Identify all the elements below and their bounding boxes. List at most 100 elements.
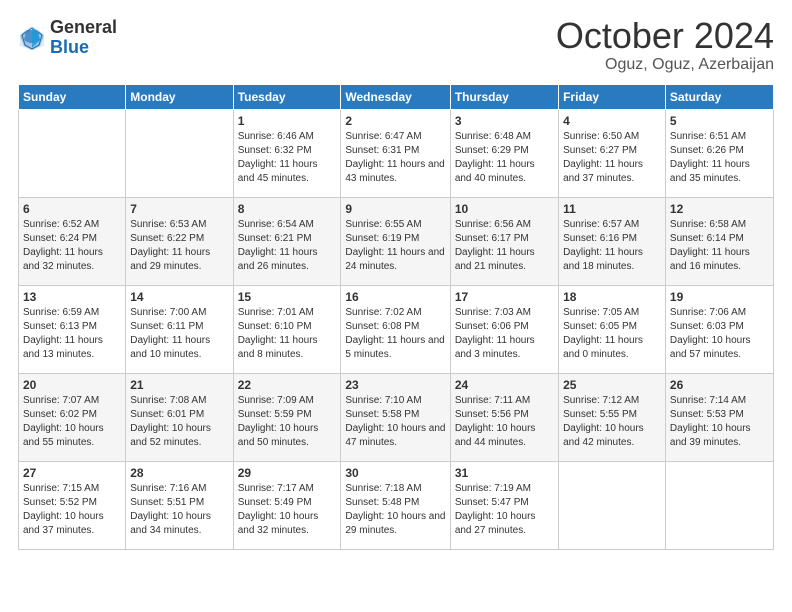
title-section: October 2024 Oguz, Oguz, Azerbaijan bbox=[556, 18, 774, 74]
page: General Blue October 2024 Oguz, Oguz, Az… bbox=[0, 0, 792, 612]
day-number: 23 bbox=[345, 378, 445, 392]
calendar-cell: 23 Sunrise: 7:10 AM Sunset: 5:58 PM Dayli… bbox=[341, 374, 450, 462]
calendar-cell: 20 Sunrise: 7:07 AM Sunset: 6:02 PM Dayli… bbox=[19, 374, 126, 462]
day-info: Sunrise: 6:46 AM Sunset: 6:32 PM Dayligh… bbox=[238, 130, 337, 186]
calendar-cell: 21 Sunrise: 7:08 AM Sunset: 6:01 PM Dayli… bbox=[126, 374, 233, 462]
day-info: Sunrise: 6:50 AM Sunset: 6:27 PM Dayligh… bbox=[563, 130, 661, 186]
day-info: Sunrise: 7:11 AM Sunset: 5:56 PM Dayligh… bbox=[455, 394, 554, 450]
calendar-cell: 27Sunrise: 7:15 AM Sunset: 5:52 PM Dayli… bbox=[19, 462, 126, 550]
calendar-cell: 25 Sunrise: 7:12 AM Sunset: 5:55 PM Dayli… bbox=[559, 374, 666, 462]
logo: General Blue bbox=[18, 18, 117, 58]
day-info: Sunrise: 7:07 AM Sunset: 6:02 PM Dayligh… bbox=[23, 394, 121, 450]
day-info: Sunrise: 7:10 AM Sunset: 5:58 PM Dayligh… bbox=[345, 394, 445, 450]
day-info: Sunrise: 7:16 AM Sunset: 5:51 PM Dayligh… bbox=[130, 482, 228, 538]
day-number: 22 bbox=[238, 378, 337, 392]
calendar-cell: 17 Sunrise: 7:03 AM Sunset: 6:06 PM Dayli… bbox=[450, 286, 558, 374]
day-number: 10 bbox=[455, 202, 554, 216]
day-info: Sunrise: 7:02 AM Sunset: 6:08 PM Dayligh… bbox=[345, 306, 445, 362]
day-info: Sunrise: 7:17 AM Sunset: 5:49 PM Dayligh… bbox=[238, 482, 337, 538]
calendar-cell bbox=[126, 110, 233, 198]
calendar-week-2: 6 Sunrise: 6:52 AM Sunset: 6:24 PM Daylig… bbox=[19, 198, 774, 286]
calendar-week-5: 27Sunrise: 7:15 AM Sunset: 5:52 PM Dayli… bbox=[19, 462, 774, 550]
calendar-cell: 24 Sunrise: 7:11 AM Sunset: 5:56 PM Dayli… bbox=[450, 374, 558, 462]
calendar-cell: 4Sunrise: 6:50 AM Sunset: 6:27 PM Daylig… bbox=[559, 110, 666, 198]
calendar-cell: 14 Sunrise: 7:00 AM Sunset: 6:11 PM Dayli… bbox=[126, 286, 233, 374]
day-info: Sunrise: 7:14 AM Sunset: 5:53 PM Dayligh… bbox=[670, 394, 769, 450]
calendar-cell: 8 Sunrise: 6:54 AM Sunset: 6:21 PM Daylig… bbox=[233, 198, 341, 286]
location: Oguz, Oguz, Azerbaijan bbox=[556, 56, 774, 74]
day-number: 27 bbox=[23, 466, 121, 480]
calendar-cell: 31 Sunrise: 7:19 AM Sunset: 5:47 PM Dayli… bbox=[450, 462, 558, 550]
day-info: Sunrise: 6:48 AM Sunset: 6:29 PM Dayligh… bbox=[455, 130, 554, 186]
day-number: 20 bbox=[23, 378, 121, 392]
day-number: 28 bbox=[130, 466, 228, 480]
calendar-week-4: 20 Sunrise: 7:07 AM Sunset: 6:02 PM Dayli… bbox=[19, 374, 774, 462]
calendar-cell: 16 Sunrise: 7:02 AM Sunset: 6:08 PM Dayli… bbox=[341, 286, 450, 374]
logo-text: General Blue bbox=[50, 18, 117, 58]
day-number: 13 bbox=[23, 290, 121, 304]
day-info: Sunrise: 6:54 AM Sunset: 6:21 PM Dayligh… bbox=[238, 218, 337, 274]
day-info: Sunrise: 6:52 AM Sunset: 6:24 PM Dayligh… bbox=[23, 218, 121, 274]
month-title: October 2024 bbox=[556, 18, 774, 54]
day-number: 6 bbox=[23, 202, 121, 216]
col-wednesday: Wednesday bbox=[341, 85, 450, 110]
day-number: 9 bbox=[345, 202, 445, 216]
day-number: 14 bbox=[130, 290, 228, 304]
logo-general-text: General bbox=[50, 18, 117, 38]
calendar-cell: 18Sunrise: 7:05 AM Sunset: 6:05 PM Dayli… bbox=[559, 286, 666, 374]
day-info: Sunrise: 7:03 AM Sunset: 6:06 PM Dayligh… bbox=[455, 306, 554, 362]
calendar-cell: 11Sunrise: 6:57 AM Sunset: 6:16 PM Dayli… bbox=[559, 198, 666, 286]
calendar-cell: 7 Sunrise: 6:53 AM Sunset: 6:22 PM Daylig… bbox=[126, 198, 233, 286]
day-number: 19 bbox=[670, 290, 769, 304]
calendar-cell: 30Sunrise: 7:18 AM Sunset: 5:48 PM Dayli… bbox=[341, 462, 450, 550]
day-info: Sunrise: 6:53 AM Sunset: 6:22 PM Dayligh… bbox=[130, 218, 228, 274]
day-info: Sunrise: 7:06 AM Sunset: 6:03 PM Dayligh… bbox=[670, 306, 769, 362]
day-number: 8 bbox=[238, 202, 337, 216]
day-number: 3 bbox=[455, 114, 554, 128]
day-number: 7 bbox=[130, 202, 228, 216]
day-number: 5 bbox=[670, 114, 769, 128]
day-info: Sunrise: 6:58 AM Sunset: 6:14 PM Dayligh… bbox=[670, 218, 769, 274]
day-number: 15 bbox=[238, 290, 337, 304]
calendar-cell: 12 Sunrise: 6:58 AM Sunset: 6:14 PM Dayli… bbox=[665, 198, 773, 286]
header-row: Sunday Monday Tuesday Wednesday Thursday… bbox=[19, 85, 774, 110]
calendar: Sunday Monday Tuesday Wednesday Thursday… bbox=[18, 84, 774, 550]
day-info: Sunrise: 7:18 AM Sunset: 5:48 PM Dayligh… bbox=[345, 482, 445, 538]
day-info: Sunrise: 7:08 AM Sunset: 6:01 PM Dayligh… bbox=[130, 394, 228, 450]
calendar-cell: 22 Sunrise: 7:09 AM Sunset: 5:59 PM Dayli… bbox=[233, 374, 341, 462]
col-sunday: Sunday bbox=[19, 85, 126, 110]
day-number: 17 bbox=[455, 290, 554, 304]
day-info: Sunrise: 7:09 AM Sunset: 5:59 PM Dayligh… bbox=[238, 394, 337, 450]
day-number: 24 bbox=[455, 378, 554, 392]
calendar-cell: 26Sunrise: 7:14 AM Sunset: 5:53 PM Dayli… bbox=[665, 374, 773, 462]
day-info: Sunrise: 7:19 AM Sunset: 5:47 PM Dayligh… bbox=[455, 482, 554, 538]
col-saturday: Saturday bbox=[665, 85, 773, 110]
day-info: Sunrise: 6:51 AM Sunset: 6:26 PM Dayligh… bbox=[670, 130, 769, 186]
day-info: Sunrise: 7:12 AM Sunset: 5:55 PM Dayligh… bbox=[563, 394, 661, 450]
calendar-cell bbox=[19, 110, 126, 198]
col-monday: Monday bbox=[126, 85, 233, 110]
calendar-header: Sunday Monday Tuesday Wednesday Thursday… bbox=[19, 85, 774, 110]
calendar-cell: 3 Sunrise: 6:48 AM Sunset: 6:29 PM Daylig… bbox=[450, 110, 558, 198]
day-number: 29 bbox=[238, 466, 337, 480]
calendar-cell: 5 Sunrise: 6:51 AM Sunset: 6:26 PM Daylig… bbox=[665, 110, 773, 198]
day-info: Sunrise: 6:57 AM Sunset: 6:16 PM Dayligh… bbox=[563, 218, 661, 274]
day-number: 16 bbox=[345, 290, 445, 304]
day-number: 21 bbox=[130, 378, 228, 392]
calendar-week-3: 13 Sunrise: 6:59 AM Sunset: 6:13 PM Dayli… bbox=[19, 286, 774, 374]
calendar-cell: 29 Sunrise: 7:17 AM Sunset: 5:49 PM Dayli… bbox=[233, 462, 341, 550]
day-number: 25 bbox=[563, 378, 661, 392]
day-number: 1 bbox=[238, 114, 337, 128]
day-info: Sunrise: 6:55 AM Sunset: 6:19 PM Dayligh… bbox=[345, 218, 445, 274]
calendar-cell: 28 Sunrise: 7:16 AM Sunset: 5:51 PM Dayli… bbox=[126, 462, 233, 550]
day-info: Sunrise: 6:56 AM Sunset: 6:17 PM Dayligh… bbox=[455, 218, 554, 274]
day-info: Sunrise: 7:00 AM Sunset: 6:11 PM Dayligh… bbox=[130, 306, 228, 362]
calendar-week-1: 1 Sunrise: 6:46 AM Sunset: 6:32 PM Daylig… bbox=[19, 110, 774, 198]
calendar-cell: 10 Sunrise: 6:56 AM Sunset: 6:17 PM Dayli… bbox=[450, 198, 558, 286]
day-info: Sunrise: 7:05 AM Sunset: 6:05 PM Dayligh… bbox=[563, 306, 661, 362]
calendar-cell: 19 Sunrise: 7:06 AM Sunset: 6:03 PM Dayli… bbox=[665, 286, 773, 374]
day-info: Sunrise: 6:59 AM Sunset: 6:13 PM Dayligh… bbox=[23, 306, 121, 362]
day-number: 31 bbox=[455, 466, 554, 480]
calendar-cell: 13 Sunrise: 6:59 AM Sunset: 6:13 PM Dayli… bbox=[19, 286, 126, 374]
day-number: 12 bbox=[670, 202, 769, 216]
